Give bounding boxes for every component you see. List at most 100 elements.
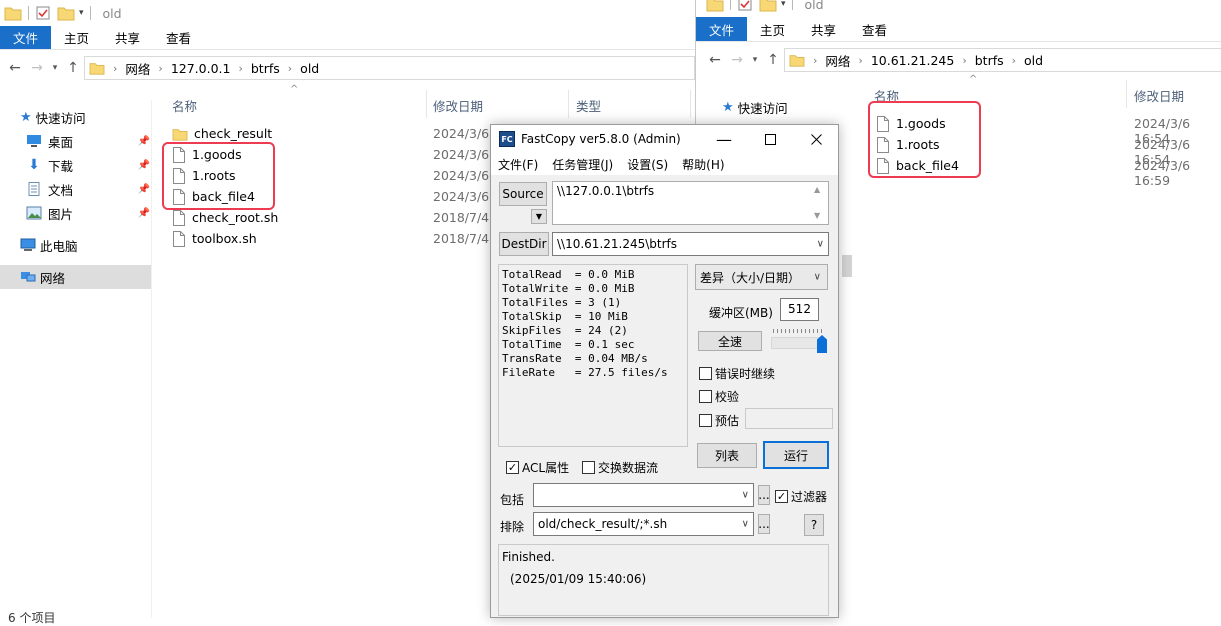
chevron-down-icon[interactable]: ∨	[817, 239, 824, 250]
destdir-combo[interactable]: \\10.61.21.245\btrfs ∨	[552, 232, 829, 256]
nav-pictures[interactable]: 图片 📌	[26, 201, 150, 225]
chevron-right-icon[interactable]: ›	[813, 54, 817, 67]
column-name[interactable]: 名称	[172, 96, 197, 115]
source-scroll-up-icon[interactable]: ▲	[814, 185, 820, 194]
column-divider[interactable]	[568, 90, 569, 118]
pin-icon[interactable]: 📌	[138, 160, 150, 171]
acl-checkbox[interactable]: ✓ ACL属性	[506, 459, 569, 476]
tab-share[interactable]: 共享	[798, 17, 849, 41]
properties-icon[interactable]	[35, 5, 51, 21]
up-arrow-icon[interactable]: ↑	[62, 57, 84, 79]
close-button[interactable]	[793, 125, 839, 153]
verify-checkbox[interactable]: 校验	[699, 388, 739, 405]
help-button[interactable]: ?	[804, 514, 824, 536]
nav-documents[interactable]: 文档 📌	[26, 177, 150, 201]
up-arrow-icon[interactable]: ↑	[762, 49, 784, 71]
customize-qat-icon[interactable]: ▾	[79, 8, 84, 18]
tab-file[interactable]: 文件	[696, 17, 748, 41]
tab-file[interactable]: 文件	[0, 26, 52, 49]
nav-quick-access[interactable]: ★ 快速访问	[722, 95, 842, 119]
chevron-down-icon[interactable]: ∨	[742, 490, 749, 501]
source-scroll-down-icon[interactable]: ▼	[814, 211, 820, 220]
menu-settings[interactable]: 设置(S)	[620, 156, 675, 173]
full-speed-button[interactable]: 全速	[698, 331, 762, 351]
tab-home[interactable]: 主页	[747, 17, 798, 41]
exclude-combo[interactable]: old/check_result/;*.sh ∨	[533, 512, 754, 536]
breadcrumb-folder[interactable]: old	[1024, 53, 1043, 68]
chevron-right-icon[interactable]: ›	[858, 54, 862, 67]
column-type[interactable]: 类型	[576, 96, 601, 115]
back-arrow-icon[interactable]: ←	[704, 49, 726, 71]
include-combo[interactable]: ∨	[533, 483, 754, 507]
tab-share[interactable]: 共享	[102, 26, 153, 49]
source-input[interactable]: \\127.0.0.1\btrfs	[552, 181, 829, 225]
run-button[interactable]: 运行	[763, 441, 829, 469]
menu-jobs[interactable]: 任务管理(J)	[545, 156, 620, 173]
nav-this-pc[interactable]: 此电脑	[20, 233, 150, 257]
chevron-right-icon[interactable]: ›	[962, 54, 966, 67]
chevron-right-icon[interactable]: ›	[1012, 54, 1016, 67]
forward-arrow-icon[interactable]: →	[726, 49, 748, 71]
folder-icon[interactable]	[4, 5, 22, 21]
file-row[interactable]: check_root.sh	[172, 207, 278, 228]
column-date[interactable]: 修改日期	[433, 96, 483, 115]
column-divider[interactable]	[1126, 80, 1127, 108]
tab-view[interactable]: 查看	[849, 17, 900, 41]
breadcrumb-network[interactable]: 网络	[825, 51, 850, 70]
back-arrow-icon[interactable]: ←	[4, 57, 26, 79]
breadcrumb-share[interactable]: btrfs	[975, 53, 1004, 68]
nav-network[interactable]: 网络	[0, 265, 151, 289]
breadcrumb-network[interactable]: 网络	[125, 59, 150, 78]
exclude-browse-button[interactable]: ...	[758, 514, 770, 534]
copy-mode-select[interactable]: 差异（大小/日期） ∨	[695, 264, 828, 290]
scrollbar-thumb[interactable]	[842, 255, 852, 277]
recent-dropdown-icon[interactable]: ▾	[48, 57, 62, 79]
column-date[interactable]: 修改日期	[1134, 86, 1184, 105]
breadcrumb-host[interactable]: 127.0.0.1	[171, 61, 231, 76]
column-divider[interactable]	[690, 90, 691, 118]
new-folder-icon[interactable]	[57, 5, 75, 21]
breadcrumb-folder[interactable]: old	[300, 61, 319, 76]
filter-checkbox[interactable]: ✓ 过滤器	[775, 488, 827, 505]
error-continue-checkbox[interactable]: 错误时继续	[699, 365, 775, 382]
file-row[interactable]: check_result	[172, 123, 272, 144]
estimate-checkbox[interactable]: 预估	[699, 412, 739, 429]
tab-home[interactable]: 主页	[51, 26, 102, 49]
pin-icon[interactable]: 📌	[138, 184, 150, 195]
new-folder-icon[interactable]	[759, 0, 777, 12]
menu-file[interactable]: 文件(F)	[491, 156, 545, 173]
chevron-right-icon[interactable]: ›	[158, 62, 162, 75]
nav-desktop[interactable]: 桌面 📌	[26, 129, 150, 153]
buffer-input[interactable]: 512	[780, 298, 819, 321]
properties-icon[interactable]	[737, 0, 753, 12]
nav-quick-access[interactable]: ★ 快速访问	[20, 105, 150, 129]
maximize-button[interactable]	[747, 125, 793, 153]
address-bar[interactable]: › 网络 › 10.61.21.245 › btrfs › old	[784, 48, 1221, 72]
folder-icon[interactable]	[706, 0, 724, 12]
breadcrumb-host[interactable]: 10.61.21.245	[871, 53, 955, 68]
speed-slider[interactable]	[771, 327, 827, 355]
tab-view[interactable]: 查看	[153, 26, 204, 49]
forward-arrow-icon[interactable]: →	[26, 57, 48, 79]
file-row[interactable]: toolbox.sh	[172, 228, 257, 249]
destdir-button[interactable]: DestDir	[499, 232, 549, 256]
chevron-right-icon[interactable]: ›	[113, 62, 117, 75]
recent-dropdown-icon[interactable]: ▾	[748, 49, 762, 71]
menu-help[interactable]: 帮助(H)	[675, 156, 731, 173]
minimize-button[interactable]: —	[701, 125, 747, 153]
address-bar[interactable]: › 网络 › 127.0.0.1 › btrfs › old	[84, 56, 695, 80]
title-bar[interactable]: FC FastCopy ver5.8.0 (Admin) —	[491, 125, 838, 153]
source-history-dropdown[interactable]: ▼	[531, 209, 547, 224]
column-divider[interactable]	[426, 90, 427, 118]
customize-qat-icon[interactable]: ▾	[781, 0, 786, 9]
breadcrumb-share[interactable]: btrfs	[251, 61, 280, 76]
list-button[interactable]: 列表	[697, 443, 757, 468]
pin-icon[interactable]: 📌	[138, 208, 150, 219]
chevron-down-icon[interactable]: ∨	[742, 519, 749, 530]
chevron-down-icon[interactable]: ∨	[814, 272, 821, 283]
source-button[interactable]: Source	[499, 182, 547, 206]
nav-downloads[interactable]: ⬇ 下载 📌	[26, 153, 150, 177]
pin-icon[interactable]: 📌	[138, 136, 150, 147]
chevron-right-icon[interactable]: ›	[238, 62, 242, 75]
chevron-right-icon[interactable]: ›	[288, 62, 292, 75]
